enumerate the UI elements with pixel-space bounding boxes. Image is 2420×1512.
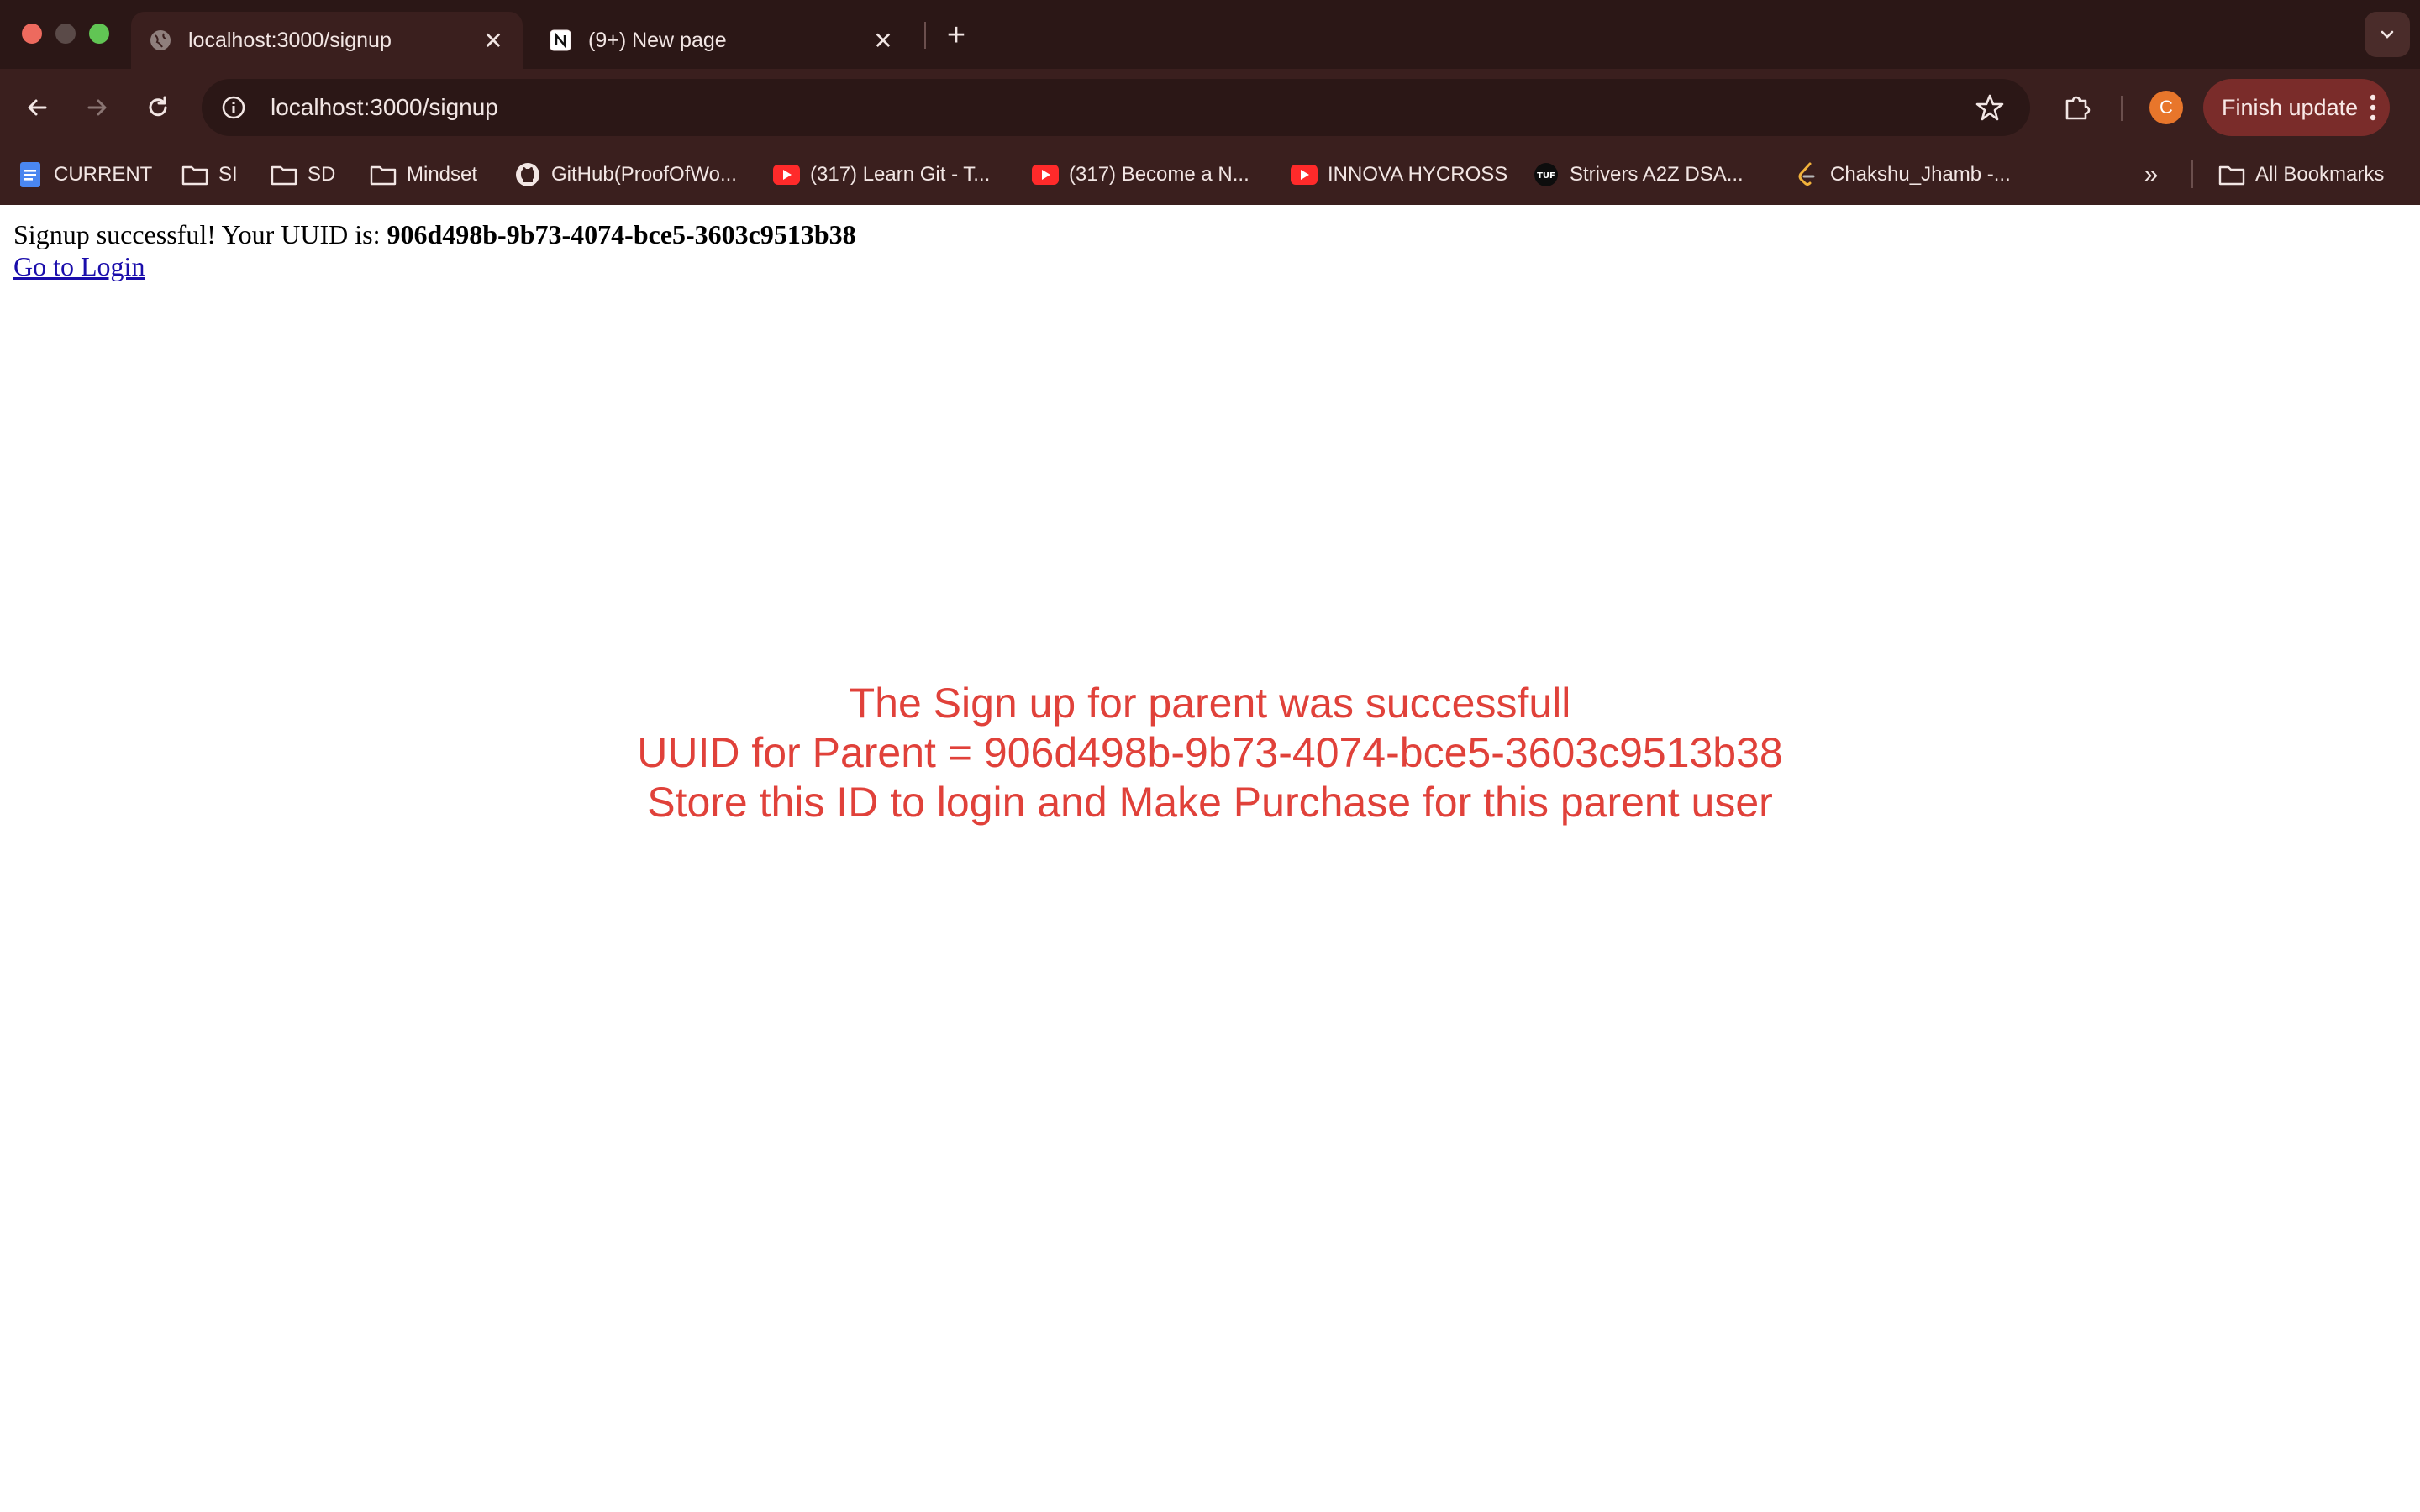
folder-icon xyxy=(2218,161,2245,188)
bookmark-current[interactable]: CURRENT xyxy=(17,160,152,190)
notice-line: The Sign up for parent was successfull xyxy=(849,680,1571,727)
bookmark-label: Strivers A2Z DSA... xyxy=(1570,163,1744,186)
forward-button[interactable] xyxy=(77,87,118,128)
bookmark-label: (317) Learn Git - T... xyxy=(810,163,991,186)
svg-text:TUF: TUF xyxy=(1537,171,1555,181)
bookmarks-bar: CURRENT SI SD Mindset GitHub(ProofOfWo..… xyxy=(0,146,2420,203)
bookmarks-divider xyxy=(2191,160,2193,188)
close-window-button[interactable] xyxy=(22,24,42,44)
youtube-icon xyxy=(773,161,800,188)
more-bookmarks-button[interactable]: » xyxy=(2136,160,2166,190)
address-bar-url: localhost:3000/signup xyxy=(271,94,498,120)
github-icon xyxy=(514,161,541,188)
bookmark-label: Chakshu_Jhamb -... xyxy=(1830,163,2011,186)
bookmark-label: SI xyxy=(218,163,238,186)
extensions-button[interactable] xyxy=(2057,87,2097,128)
tab-signup[interactable]: localhost:3000/signup ✕ xyxy=(131,12,523,69)
finish-update-label: Finish update xyxy=(2222,94,2359,120)
new-tab-button[interactable]: + xyxy=(939,18,973,52)
notion-icon xyxy=(548,28,573,53)
folder-icon xyxy=(370,161,397,188)
bookmark-youtube-learn-git[interactable]: (317) Learn Git - T... xyxy=(773,160,990,190)
chevron-down-icon xyxy=(2381,30,2394,39)
bookmark-strivers[interactable]: TUF Strivers A2Z DSA... xyxy=(1533,160,1744,190)
reload-button[interactable] xyxy=(138,87,178,128)
close-tab-icon[interactable]: ✕ xyxy=(871,28,896,54)
all-bookmarks-label: All Bookmarks xyxy=(2255,163,2385,186)
toolbar-divider xyxy=(2121,96,2123,121)
bookmark-label: SD xyxy=(308,163,336,186)
tab-strip: localhost:3000/signup ✕ (9+) New page ✕ … xyxy=(0,0,2420,69)
back-button[interactable] xyxy=(17,87,57,128)
reload-icon xyxy=(149,96,167,117)
tab-new-page[interactable]: (9+) New page ✕ xyxy=(531,12,913,69)
minimize-window-button[interactable] xyxy=(55,24,76,44)
notice-line: UUID for Parent = 906d498b-9b73-4074-bce… xyxy=(637,729,1783,776)
bookmark-label: INNOVA HYCROSS xyxy=(1328,163,1508,186)
back-arrow-icon xyxy=(28,99,47,116)
bookmark-folder-sd[interactable]: SD xyxy=(271,160,335,190)
all-bookmarks-button[interactable]: All Bookmarks xyxy=(2218,160,2384,190)
bookmark-folder-mindset[interactable]: Mindset xyxy=(370,160,477,190)
folder-icon xyxy=(182,161,208,188)
puzzle-icon xyxy=(2065,96,2091,120)
maximize-window-button[interactable] xyxy=(89,24,109,44)
youtube-icon xyxy=(1032,161,1059,188)
bookmark-star-icon[interactable] xyxy=(1975,92,2005,123)
bookmark-leetcode[interactable]: Chakshu_Jhamb -... xyxy=(1793,160,2011,190)
tab-title: localhost:3000/signup xyxy=(188,28,392,52)
page-content: Signup successful! Your UUID is: 906d498… xyxy=(0,205,2420,1512)
forward-arrow-icon xyxy=(87,99,107,116)
tab-search-button[interactable] xyxy=(2365,12,2410,57)
finish-update-button[interactable]: Finish update xyxy=(2203,79,2390,136)
tab-divider xyxy=(924,22,926,49)
more-options-icon[interactable] xyxy=(2370,94,2376,121)
go-to-login-link[interactable]: Go to Login xyxy=(13,250,145,282)
bookmark-label: (317) Become a N... xyxy=(1069,163,1249,186)
parent-signup-notice: The Sign up for parent was successfull U… xyxy=(0,679,2420,827)
site-info-icon[interactable] xyxy=(218,92,249,123)
uuid-value: 906d498b-9b73-4074-bce5-3603c9513b38 xyxy=(387,219,856,249)
tab-title: (9+) New page xyxy=(588,28,727,52)
bookmark-github[interactable]: GitHub(ProofOfWo... xyxy=(514,160,737,190)
bookmark-label: GitHub(ProofOfWo... xyxy=(551,163,737,186)
notice-line: Store this ID to login and Make Purchase… xyxy=(647,779,1773,826)
leetcode-icon xyxy=(1793,161,1820,188)
address-bar[interactable]: localhost:3000/signup xyxy=(202,79,2030,136)
docs-icon xyxy=(17,161,44,188)
profile-avatar[interactable]: C xyxy=(2149,91,2183,124)
signup-message-text: Signup successful! Your UUID is: xyxy=(13,219,387,249)
folder-icon xyxy=(271,161,297,188)
close-tab-icon[interactable]: ✕ xyxy=(481,28,506,54)
globe-icon xyxy=(148,28,173,53)
bookmark-youtube-innova[interactable]: INNOVA HYCROSS xyxy=(1291,160,1507,190)
bookmark-label: Mindset xyxy=(407,163,478,186)
browser-chrome: localhost:3000/signup ✕ (9+) New page ✕ … xyxy=(0,0,2420,205)
toolbar: localhost:3000/signup C Finish update xyxy=(0,69,2420,146)
tuf-icon: TUF xyxy=(1533,161,1560,188)
signup-success-message: Signup successful! Your UUID is: 906d498… xyxy=(13,218,856,250)
bookmark-youtube-become[interactable]: (317) Become a N... xyxy=(1032,160,1249,190)
bookmark-folder-si[interactable]: SI xyxy=(182,160,238,190)
youtube-icon xyxy=(1291,161,1318,188)
bookmark-label: CURRENT xyxy=(54,163,153,186)
